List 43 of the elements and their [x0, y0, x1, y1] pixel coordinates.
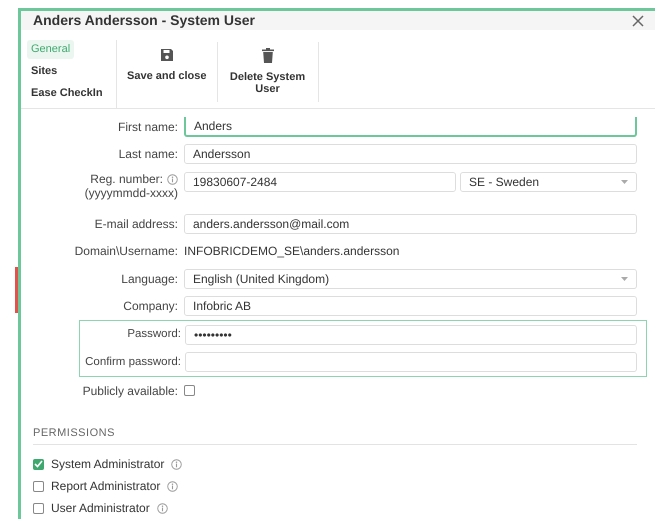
error-marker: [15, 267, 18, 313]
tab[interactable]: Sites: [27, 62, 62, 81]
checkbox[interactable]: [33, 502, 44, 514]
toolbar-button[interactable]: Delete System User: [218, 30, 318, 108]
field-label: Company:: [123, 299, 178, 314]
info-icon: [167, 480, 178, 492]
input-field[interactable]: anders.andersson@mail.com: [184, 214, 637, 234]
checkbox[interactable]: [33, 458, 44, 470]
section-heading: PERMISSIONS: [33, 424, 637, 445]
field-value: INFOBRICDEMO_SE\anders.andersson: [184, 243, 400, 260]
permission-label: Report Administrator: [51, 478, 160, 495]
input-field[interactable]: Anders: [184, 116, 637, 137]
input-field[interactable]: Andersson: [184, 144, 637, 164]
trash-icon: [262, 48, 274, 63]
field-label: Language:: [121, 272, 178, 286]
input-field[interactable]: [185, 352, 637, 372]
close-icon[interactable]: [631, 14, 645, 28]
input-field[interactable]: Infobric AB: [184, 296, 637, 316]
input-field[interactable]: 19830607-2484: [184, 172, 456, 192]
format-hint: (yyyymmdd-xxxx): [84, 186, 178, 200]
field-label: Confirm password:: [85, 356, 181, 368]
toolbar-button[interactable]: Save and close: [117, 30, 216, 108]
checkbox[interactable]: [33, 480, 44, 492]
field-label: Publicly available:: [82, 384, 178, 398]
language-dropdown[interactable]: English (United Kingdom): [184, 268, 637, 289]
checkbox[interactable]: [184, 385, 195, 396]
input-field[interactable]: •••••••••: [185, 324, 637, 345]
field-label: E-mail address:: [94, 216, 178, 231]
caret-icon: [621, 276, 628, 281]
field-label: Reg. number:: [90, 172, 163, 186]
window-title: Anders Andersson - System User: [33, 12, 256, 29]
permission-label: System Administrator: [51, 456, 164, 473]
info-icon: [171, 458, 182, 470]
info-icon: [156, 502, 168, 514]
permission-label: User Administrator: [51, 500, 150, 517]
country-dropdown[interactable]: SE - Sweden: [460, 172, 637, 192]
field-label: First name:: [118, 120, 178, 134]
save-icon: [160, 48, 174, 62]
field-label: Domain\Username:: [74, 244, 178, 258]
tab[interactable]: Ease CheckIn: [27, 84, 107, 103]
field-label: Last name:: [118, 147, 178, 162]
caret-icon: [621, 180, 628, 184]
field-label: Password:: [127, 328, 181, 340]
